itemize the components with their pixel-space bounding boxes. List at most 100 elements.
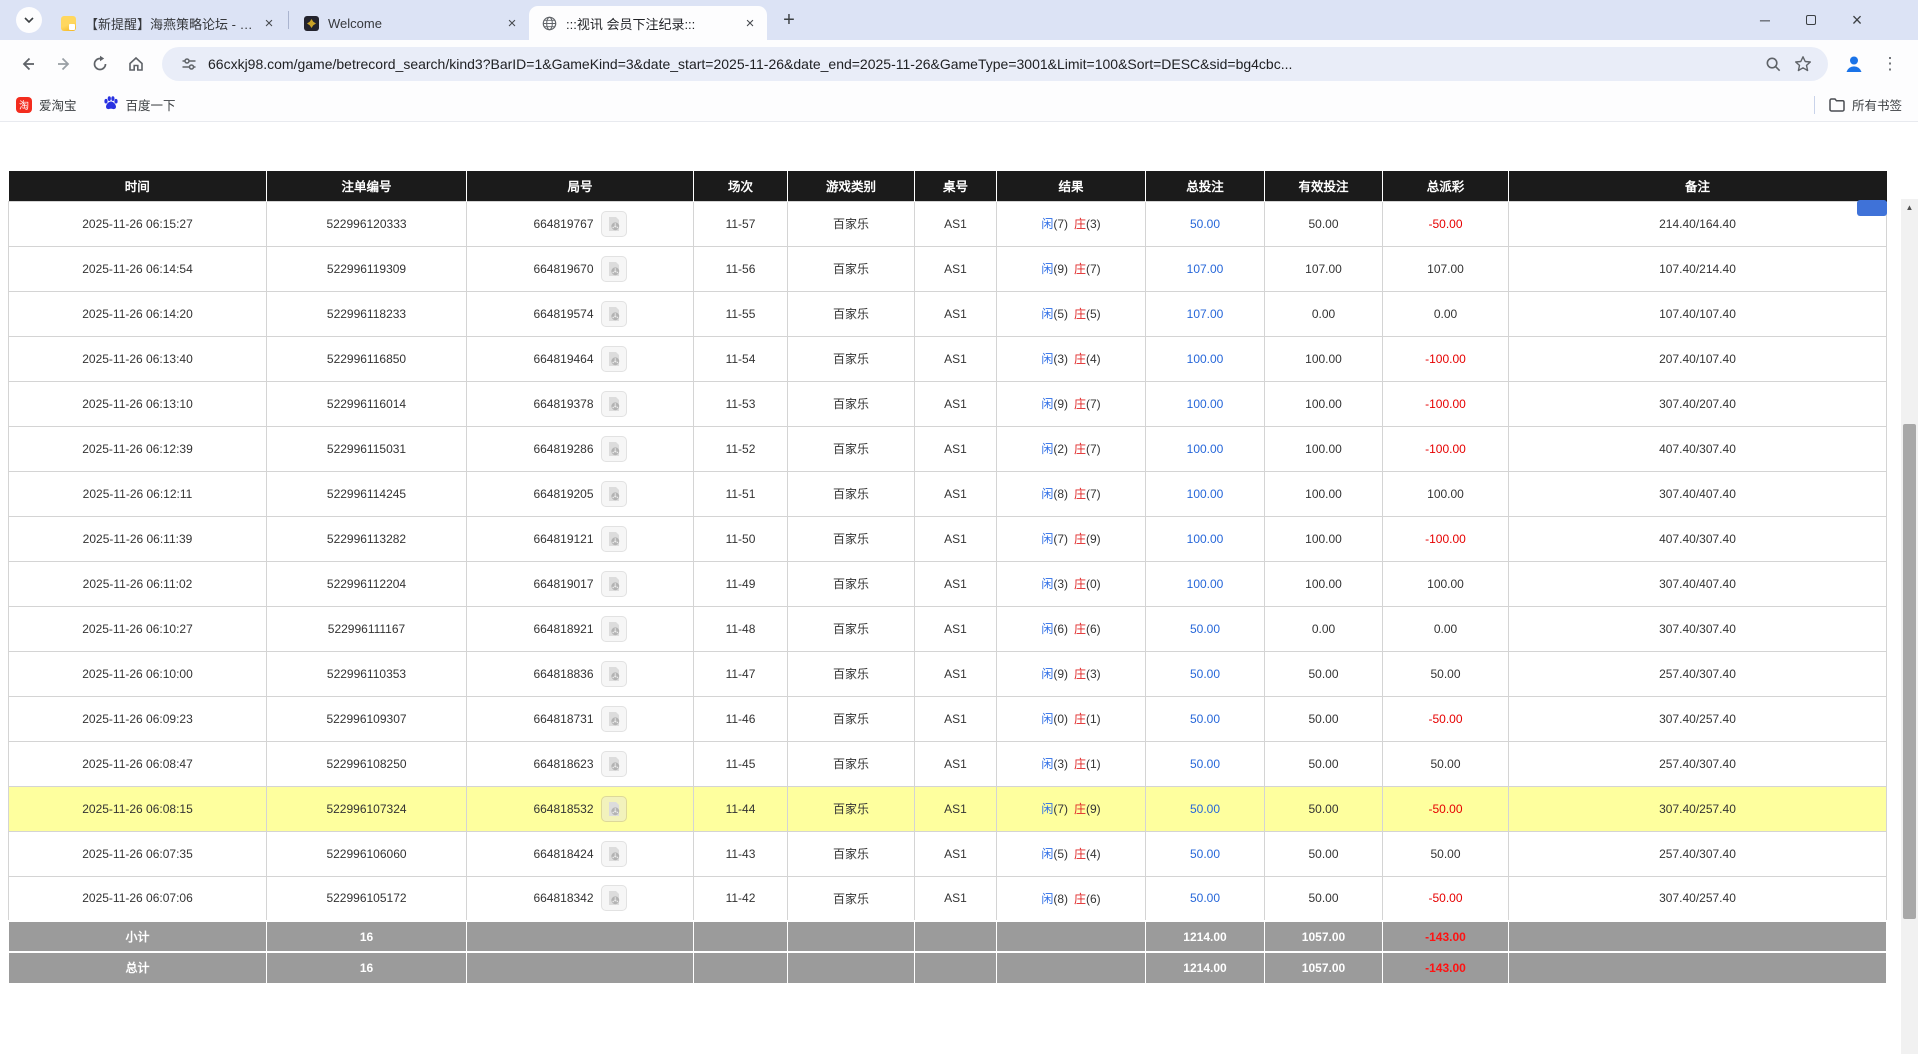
profile-avatar[interactable]	[1836, 46, 1872, 82]
cell-total-bet[interactable]: 50.00	[1146, 606, 1265, 651]
tab-search-chevron-icon[interactable]	[16, 7, 42, 33]
table-row[interactable]: 2025-11-26 06:08:15 522996107324 6648185…	[9, 786, 1887, 831]
close-tab-icon[interactable]: ×	[741, 14, 759, 32]
cell-bet-id: 522996119309	[267, 246, 467, 291]
cell-payout: 0.00	[1383, 291, 1509, 336]
tab-welcome[interactable]: Welcome ×	[291, 6, 529, 40]
table-row[interactable]: 2025-11-26 06:07:35 522996106060 6648184…	[9, 831, 1887, 876]
round-number: 664818921	[533, 622, 593, 636]
table-row[interactable]: 2025-11-26 06:10:27 522996111167 6648189…	[9, 606, 1887, 651]
video-replay-button[interactable]	[601, 346, 627, 372]
video-replay-button[interactable]	[601, 706, 627, 732]
vertical-scrollbar[interactable]: ▲	[1901, 199, 1918, 1054]
scrollbar-thumb[interactable]	[1903, 424, 1916, 919]
cell-total-bet[interactable]: 50.00	[1146, 201, 1265, 246]
video-replay-button[interactable]	[601, 301, 627, 327]
table-row[interactable]: 2025-11-26 06:14:20 522996118233 6648195…	[9, 291, 1887, 336]
table-row[interactable]: 2025-11-26 06:11:39 522996113282 6648191…	[9, 516, 1887, 561]
table-row[interactable]: 2025-11-26 06:12:39 522996115031 6648192…	[9, 426, 1887, 471]
cell-total-bet[interactable]: 50.00	[1146, 876, 1265, 921]
cell-total-bet[interactable]: 107.00	[1146, 291, 1265, 336]
site-info-tune-icon[interactable]	[174, 49, 204, 79]
cell-valid-bet: 50.00	[1265, 876, 1383, 921]
table-row[interactable]: 2025-11-26 06:13:10 522996116014 6648193…	[9, 381, 1887, 426]
scroll-up-arrow-icon[interactable]: ▲	[1901, 199, 1918, 216]
player-result: 闲	[1041, 757, 1053, 771]
cell-bet-id: 522996111167	[267, 606, 467, 651]
table-row[interactable]: 2025-11-26 06:15:27 522996120333 6648197…	[9, 201, 1887, 246]
banker-result: 庄	[1074, 622, 1086, 636]
cell-total-bet[interactable]: 100.00	[1146, 426, 1265, 471]
cell-round: 664819464	[467, 336, 694, 381]
cell-valid-bet: 100.00	[1265, 381, 1383, 426]
round-number: 664818532	[533, 802, 593, 816]
bookmark-taobao[interactable]: 淘 爱淘宝	[16, 95, 77, 114]
close-tab-icon[interactable]: ×	[503, 14, 521, 32]
menu-dots-icon[interactable]: ⋮	[1872, 46, 1908, 82]
video-replay-button[interactable]	[601, 661, 627, 687]
cell-table-no: AS1	[915, 741, 997, 786]
bookmark-label: 百度一下	[126, 95, 176, 114]
all-bookmarks-button[interactable]: 所有书签	[1829, 95, 1902, 114]
video-replay-button[interactable]	[601, 481, 627, 507]
cell-total-bet[interactable]: 50.00	[1146, 651, 1265, 696]
address-bar[interactable]: 66cxkj98.com/game/betrecord_search/kind3…	[162, 47, 1828, 81]
zoom-magnifier-icon[interactable]	[1758, 49, 1788, 79]
video-replay-button[interactable]	[601, 885, 627, 911]
cell-total-bet[interactable]: 107.00	[1146, 246, 1265, 291]
partial-blue-button[interactable]	[1857, 200, 1887, 216]
cell-total-bet[interactable]: 50.00	[1146, 786, 1265, 831]
video-replay-button[interactable]	[601, 751, 627, 777]
bookmark-baidu[interactable]: 百度一下	[103, 95, 176, 114]
cell-total-bet[interactable]: 100.00	[1146, 381, 1265, 426]
new-tab-button[interactable]: +	[775, 6, 803, 34]
cell-result: 闲(7)庄(3)	[997, 201, 1146, 246]
summary-payout: -143.00	[1383, 921, 1509, 952]
table-row[interactable]: 2025-11-26 06:10:00 522996110353 6648188…	[9, 651, 1887, 696]
table-row[interactable]: 2025-11-26 06:12:11 522996114245 6648192…	[9, 471, 1887, 516]
round-number: 664818836	[533, 667, 593, 681]
table-row[interactable]: 2025-11-26 06:09:23 522996109307 6648187…	[9, 696, 1887, 741]
minimize-button[interactable]: ─	[1742, 0, 1788, 40]
video-replay-button[interactable]	[601, 256, 627, 282]
cell-total-bet[interactable]: 100.00	[1146, 471, 1265, 516]
cell-total-bet[interactable]: 50.00	[1146, 831, 1265, 876]
cell-total-bet[interactable]: 100.00	[1146, 561, 1265, 606]
col-payout: 总派彩	[1383, 171, 1509, 201]
video-replay-button[interactable]	[601, 436, 627, 462]
home-button[interactable]	[118, 46, 154, 82]
maximize-button[interactable]	[1788, 0, 1834, 40]
cell-total-bet[interactable]: 50.00	[1146, 741, 1265, 786]
table-row[interactable]: 2025-11-26 06:13:40 522996116850 6648194…	[9, 336, 1887, 381]
cell-total-bet[interactable]: 100.00	[1146, 336, 1265, 381]
forward-button[interactable]	[46, 46, 82, 82]
bookmark-star-icon[interactable]	[1788, 49, 1818, 79]
refresh-button[interactable]	[82, 46, 118, 82]
table-row[interactable]: 2025-11-26 06:08:47 522996108250 6648186…	[9, 741, 1887, 786]
cell-table-no: AS1	[915, 561, 997, 606]
video-replay-button[interactable]	[601, 616, 627, 642]
cell-payout: 100.00	[1383, 471, 1509, 516]
cell-session: 11-42	[694, 876, 788, 921]
video-replay-button[interactable]	[601, 796, 627, 822]
video-replay-button[interactable]	[601, 211, 627, 237]
cell-total-bet[interactable]: 100.00	[1146, 516, 1265, 561]
table-row[interactable]: 2025-11-26 06:07:06 522996105172 6648183…	[9, 876, 1887, 921]
url-text[interactable]: 66cxkj98.com/game/betrecord_search/kind3…	[208, 56, 1758, 72]
video-replay-button[interactable]	[601, 391, 627, 417]
table-row[interactable]: 2025-11-26 06:11:02 522996112204 6648190…	[9, 561, 1887, 606]
table-row[interactable]: 2025-11-26 06:14:54 522996119309 6648196…	[9, 246, 1887, 291]
close-window-button[interactable]: ×	[1834, 0, 1880, 40]
tab-forum[interactable]: 【新提醒】海燕策略论坛 - 综合 ×	[48, 6, 286, 40]
banker-result: 庄	[1074, 802, 1086, 816]
tab-bet-records[interactable]: :::视讯 会员下注纪录::: ×	[529, 6, 767, 40]
back-button[interactable]	[10, 46, 46, 82]
cell-total-bet[interactable]: 50.00	[1146, 696, 1265, 741]
cell-table-no: AS1	[915, 336, 997, 381]
summary-label: 小计	[9, 921, 267, 952]
summary-row: 总计 16 1214.00 1057.00 -143.00	[9, 952, 1887, 983]
video-replay-button[interactable]	[601, 526, 627, 552]
video-replay-button[interactable]	[601, 571, 627, 597]
video-replay-button[interactable]	[601, 841, 627, 867]
close-tab-icon[interactable]: ×	[260, 14, 278, 32]
